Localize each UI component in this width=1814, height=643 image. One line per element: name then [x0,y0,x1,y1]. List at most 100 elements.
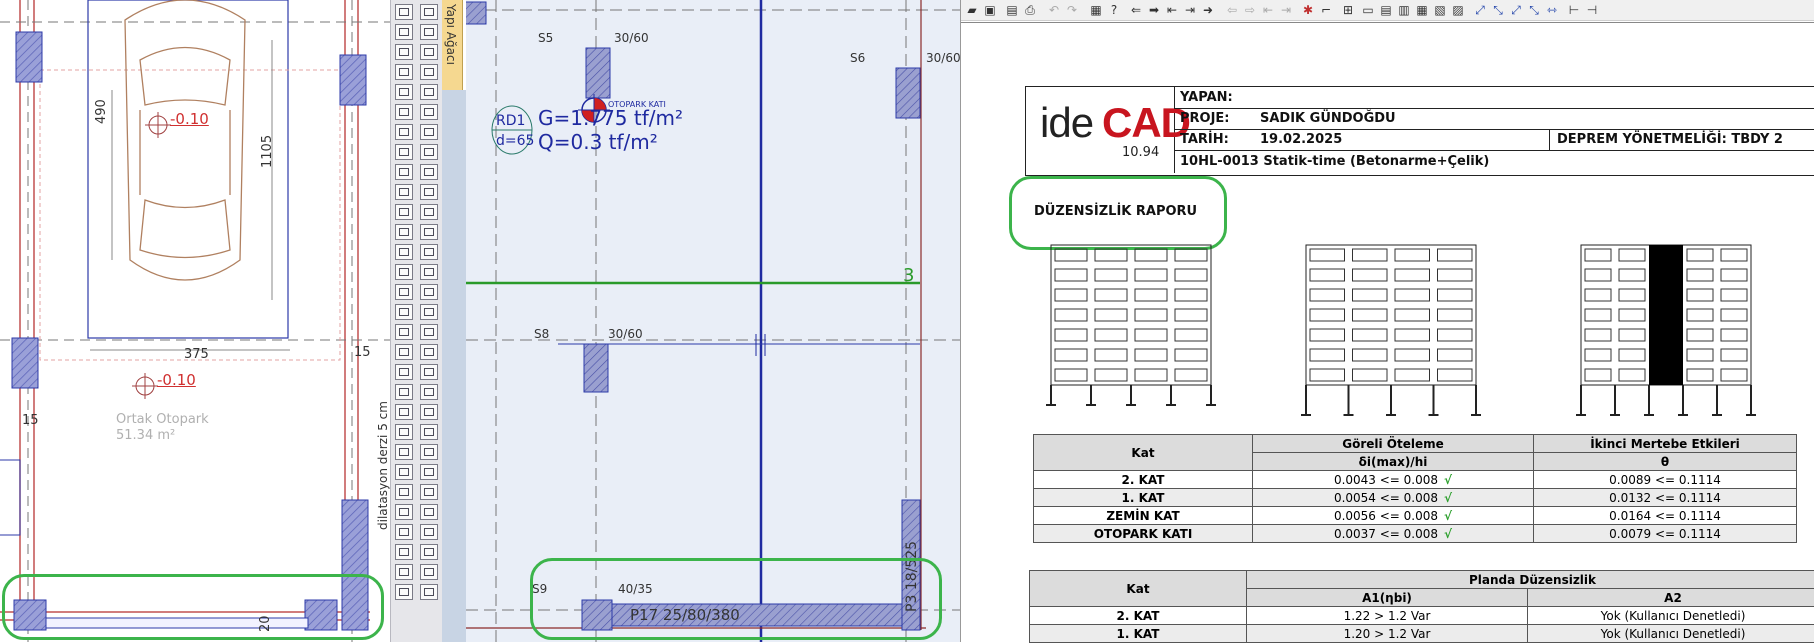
toolbar-tool-button[interactable] [420,464,438,480]
record-icon[interactable]: ✱ [1301,3,1315,17]
toolbar-tool-button[interactable] [395,524,413,540]
cad-plan-view-left[interactable]: 490 1105 375 15 15 20 -0.10 -0.10 Ortak … [0,0,390,642]
toolbar-tool-button[interactable] [420,244,438,260]
toolbar-tool-button[interactable] [395,144,413,160]
cad-plan-view-middle[interactable]: S5 30/60 S6 30/60 S8 30/60 S9 40/35 RD1 … [466,0,960,642]
drift-table: Kat Göreli Öteleme İkinci Mertebe Etkile… [1033,434,1797,543]
toolbar-tool-button[interactable] [420,544,438,560]
layout-5-icon[interactable]: ▧ [1433,3,1447,17]
export-4-icon[interactable]: ⤡ [1527,3,1541,17]
toolbar-tool-button[interactable] [395,324,413,340]
undo-icon[interactable]: ↶ [1047,3,1061,17]
toolbar-tool-button[interactable] [420,384,438,400]
toolbar-tool-button[interactable] [420,424,438,440]
nav-prev-icon[interactable]: ⇦ [1225,3,1239,17]
toolbar-tool-button[interactable] [395,444,413,460]
nav-first-icon[interactable]: ⇤ [1261,3,1275,17]
toolbar-tool-button[interactable] [420,404,438,420]
corner-icon[interactable]: ⌐ [1319,3,1333,17]
toolbar-tool-button[interactable] [395,564,413,580]
arrow-left-icon[interactable]: ⇐ [1129,3,1143,17]
layout-4-icon[interactable]: ▦ [1415,3,1429,17]
export-1-icon[interactable]: ⤢ [1473,3,1487,17]
save-icon[interactable]: ▣ [983,3,997,17]
toolbar-tool-button[interactable] [395,264,413,280]
open-folder-icon[interactable]: ▰ [965,3,979,17]
toolbar-tool-button[interactable] [420,484,438,500]
print-preview-icon[interactable]: ▤ [1005,3,1019,17]
split-1-icon[interactable]: ⊢ [1567,3,1581,17]
toolbar-tool-button[interactable] [420,204,438,220]
redo-icon[interactable]: ↷ [1065,3,1079,17]
toolbar-tool-button[interactable] [395,504,413,520]
toolbar-tool-button[interactable] [395,424,413,440]
toolbar-tool-button[interactable] [420,444,438,460]
toolbar-tool-button[interactable] [395,44,413,60]
toolbar-tool-button[interactable] [420,4,438,20]
toolbar-tool-button[interactable] [420,304,438,320]
toolbar-tool-button[interactable] [420,524,438,540]
toolbar-tool-button[interactable] [395,204,413,220]
layout-1-icon[interactable]: ▭ [1361,3,1375,17]
layout-2-icon[interactable]: ▤ [1379,3,1393,17]
toolbar-tool-button[interactable] [395,164,413,180]
export-5-icon[interactable]: ⇿ [1545,3,1559,17]
dim-375-label: 375 [184,347,209,362]
toolbar-tool-button[interactable] [395,304,413,320]
print-icon[interactable]: ⎙ [1023,3,1037,17]
goreli-value: 0.0054 <= 0.008 [1334,491,1438,505]
toolbar-tool-button[interactable] [395,584,413,600]
toolbar-tool-button[interactable] [395,404,413,420]
arrow-right-icon[interactable]: ➡ [1147,3,1161,17]
arrow-last-icon[interactable]: ⇥ [1183,3,1197,17]
toolbar-tool-button[interactable] [395,224,413,240]
toolbar-tool-button[interactable] [395,84,413,100]
toolbar-tool-button[interactable] [420,564,438,580]
toolbar-tool-button[interactable] [420,364,438,380]
toolbar-tool-button[interactable] [420,124,438,140]
arrow-first-icon[interactable]: ⇤ [1165,3,1179,17]
toolbar-tool-button[interactable] [420,164,438,180]
toolbar-tool-button[interactable] [420,144,438,160]
nav-next-icon[interactable]: ⇨ [1243,3,1257,17]
tree-icon[interactable]: ⊞ [1341,3,1355,17]
arrow-help-icon[interactable]: ➜ [1201,3,1215,17]
slab-id-label: RD1 [496,113,525,129]
toolbar-tool-button[interactable] [395,464,413,480]
yapi-agaci-tab[interactable]: Yapı Ağacı [442,0,463,90]
toolbar-tool-button[interactable] [395,104,413,120]
toolbar-tool-button[interactable] [395,384,413,400]
toolbar-tool-button[interactable] [420,184,438,200]
export-3-icon[interactable]: ⤢ [1509,3,1523,17]
toolbar-tool-button[interactable] [420,344,438,360]
export-2-icon[interactable]: ⤡ [1491,3,1505,17]
toolbar-tool-button[interactable] [420,504,438,520]
toolbar-tool-button[interactable] [420,584,438,600]
toolbar-tool-button[interactable] [420,104,438,120]
split-2-icon[interactable]: ⊣ [1585,3,1599,17]
toolbar-tool-button[interactable] [395,364,413,380]
toolbar-tool-button[interactable] [420,324,438,340]
toolbar-tool-button[interactable] [395,544,413,560]
toolbar-tool-button[interactable] [420,64,438,80]
toolbar-tool-button[interactable] [420,24,438,40]
toolbar-tool-button[interactable] [395,64,413,80]
toolbar-tool-button[interactable] [395,184,413,200]
toolbar-tool-button[interactable] [395,484,413,500]
toolbar-tool-button[interactable] [395,124,413,140]
toolbar-tool-button[interactable] [395,244,413,260]
layout-3-icon[interactable]: ▥ [1397,3,1411,17]
layout-6-icon[interactable]: ▨ [1451,3,1465,17]
toolbar-tool-button[interactable] [420,284,438,300]
toolbar-tool-button[interactable] [420,84,438,100]
toolbar-tool-button[interactable] [420,224,438,240]
toolbar-tool-button[interactable] [395,4,413,20]
toolbar-tool-button[interactable] [420,44,438,60]
help-icon[interactable]: ? [1107,3,1121,17]
nav-last-icon[interactable]: ⇥ [1279,3,1293,17]
toolbar-tool-button[interactable] [395,284,413,300]
toolbar-tool-button[interactable] [395,344,413,360]
toolbar-tool-button[interactable] [420,264,438,280]
page-setup-icon[interactable]: ▦ [1089,3,1103,17]
toolbar-tool-button[interactable] [395,24,413,40]
